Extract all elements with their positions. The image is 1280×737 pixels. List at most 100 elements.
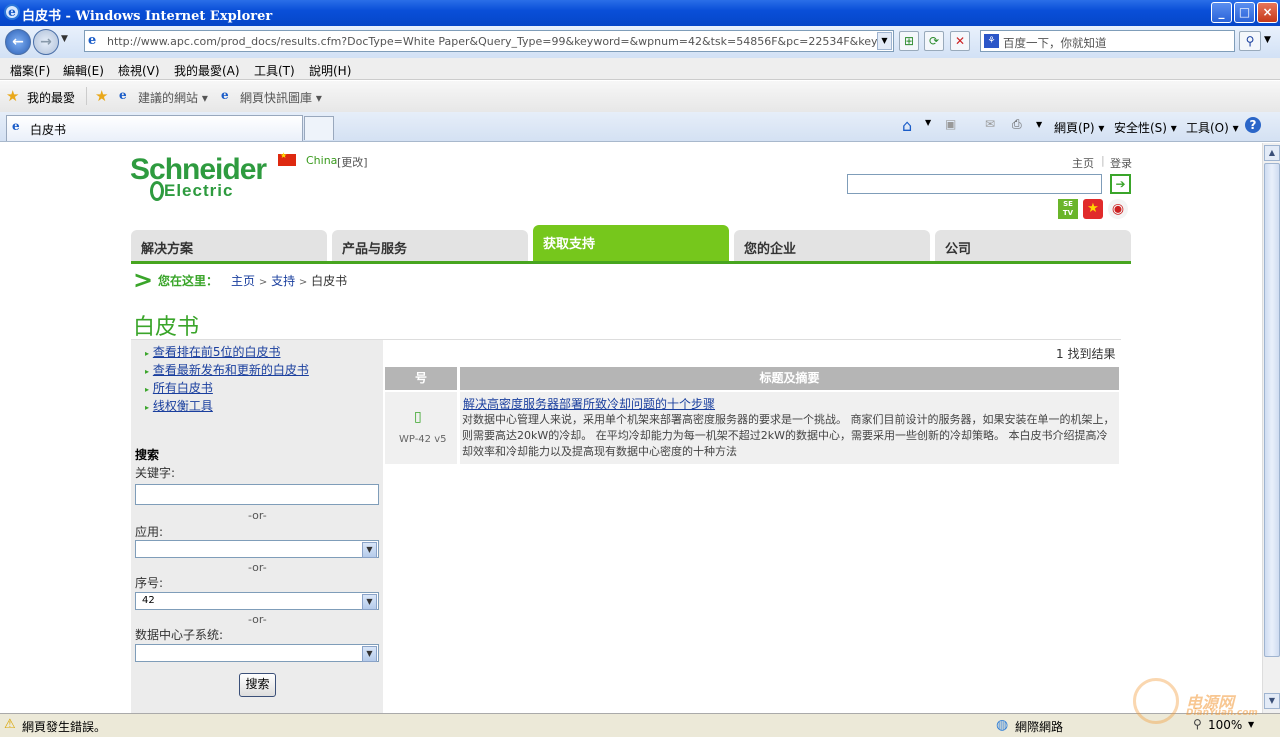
watermark-logo-icon — [1133, 678, 1179, 724]
side-link-top5[interactable]: 查看排在前5位的白皮书 — [153, 345, 281, 359]
zone-text: 網際網路 — [1015, 720, 1064, 734]
tab-label: 白皮书 — [30, 123, 67, 137]
compat-view-icon[interactable]: ⊞ — [899, 31, 919, 51]
side-link-tool[interactable]: 线权衡工具 — [153, 399, 213, 413]
favorites-link-suggested[interactable]: 建議的網站 ▾ — [138, 89, 208, 106]
nav-products[interactable]: 产品与服务 — [332, 230, 528, 261]
zoom-level[interactable]: 100% — [1208, 718, 1242, 732]
warning-icon[interactable]: ⚠ — [4, 717, 16, 732]
site-search-go-icon[interactable]: ➔ — [1110, 174, 1131, 194]
back-button[interactable]: ← — [5, 29, 31, 55]
divider — [86, 87, 87, 105]
menu-edit[interactable]: 編輯(E) — [63, 62, 104, 79]
number-select[interactable]: 42 ▼ — [135, 592, 379, 610]
number-value: 42 — [142, 595, 155, 606]
bullet-icon: ▸ — [145, 385, 150, 394]
page-scrollbar[interactable]: ▲ ▼ — [1262, 143, 1280, 713]
favorites-link-webslice[interactable]: 網頁快訊圖庫 ▾ — [240, 89, 322, 106]
subsystem-select[interactable]: ▼ — [135, 644, 379, 662]
mail-icon[interactable]: ✉ — [985, 117, 995, 131]
scroll-up-icon[interactable]: ▲ — [1264, 145, 1280, 161]
scroll-down-icon[interactable]: ▼ — [1264, 693, 1280, 709]
refresh-icon[interactable]: ⟳ — [924, 31, 944, 51]
help-icon[interactable]: ? — [1245, 117, 1261, 133]
nav-support[interactable]: 获取支持 — [533, 225, 729, 261]
electric-logo: Electric — [164, 181, 234, 200]
number-label: 序号: — [135, 576, 164, 590]
header-separator: | — [1101, 154, 1105, 167]
nav-business[interactable]: 您的企业 — [734, 230, 930, 261]
result-count: 1 找到结果 — [1056, 347, 1116, 361]
login-link[interactable]: 登录 — [1110, 155, 1132, 171]
print-dropdown-icon[interactable]: ▼ — [1036, 120, 1042, 129]
menu-tools[interactable]: 工具(T) — [254, 62, 295, 79]
result-title-link[interactable]: 解决高密度服务器部署所致冷却问题的十个步骤 — [463, 395, 715, 412]
result-code: WP-42 v5 — [399, 434, 447, 445]
home-dropdown-icon[interactable]: ▼ — [925, 118, 931, 127]
bullet-icon: ▸ — [145, 367, 150, 376]
search-button[interactable]: 搜索 — [239, 673, 276, 697]
safety-menu[interactable]: 安全性(S) ▾ — [1114, 119, 1177, 136]
keyword-input[interactable] — [135, 484, 379, 505]
minimize-button[interactable]: _ — [1211, 2, 1232, 23]
favorites-star-icon[interactable]: ★ — [6, 87, 19, 105]
search-icon[interactable]: ⚲ — [1239, 31, 1261, 51]
nav-company[interactable]: 公司 — [935, 230, 1131, 261]
favorite-star-icon[interactable]: ★ — [1083, 199, 1103, 219]
breadcrumb-support[interactable]: 支持 — [271, 274, 295, 288]
scroll-thumb[interactable] — [1264, 163, 1280, 657]
status-text[interactable]: 網頁發生錯誤。 — [22, 718, 106, 735]
menu-file[interactable]: 檔案(F) — [10, 62, 50, 79]
maximize-button[interactable]: □ — [1234, 2, 1255, 23]
forward-button[interactable]: → — [33, 29, 59, 55]
print-icon[interactable]: ⎙ — [1012, 117, 1022, 132]
breadcrumb-label: 您在这里： — [158, 274, 219, 288]
menu-view[interactable]: 檢視(V) — [118, 62, 160, 79]
search-box[interactable]: ⚘ 百度一下，你就知道 — [980, 30, 1235, 52]
stop-icon[interactable]: ✕ — [950, 31, 970, 51]
address-bar[interactable]: e http://www.apc.com/prod_docs/results.c… — [84, 30, 894, 52]
address-row: ← → ▼ e http://www.apc.com/prod_docs/res… — [0, 26, 1280, 58]
region-change-link[interactable]: [更改] — [337, 154, 368, 170]
new-tab-button[interactable] — [304, 116, 334, 140]
baidu-icon: ⚘ — [984, 34, 999, 48]
search-options-icon[interactable]: ▼ — [1264, 35, 1271, 45]
window-title: 白皮书 - Windows Internet Explorer — [22, 9, 273, 24]
site-search-input[interactable] — [847, 174, 1102, 194]
weibo-icon[interactable]: ◉ — [1108, 199, 1128, 219]
tab-active[interactable]: e 白皮书 — [6, 115, 303, 141]
search-heading: 搜索 — [135, 448, 160, 462]
page-menu[interactable]: 網頁(P) ▾ — [1054, 119, 1104, 136]
book-icon: ▯ — [414, 409, 422, 425]
side-links: ▸ 查看排在前5位的白皮书 ▸ 查看最新发布和更新的白皮书 ▸ 所有白皮书 ▸ … — [145, 344, 309, 416]
home-icon[interactable]: ⌂ — [902, 116, 912, 135]
home-link[interactable]: 主页 — [1072, 155, 1094, 171]
page-title: 白皮书 — [133, 315, 200, 340]
menu-help[interactable]: 說明(H) — [309, 62, 351, 79]
breadcrumb: 主页 > 支持 > 白皮书 — [231, 272, 347, 289]
setv-icon[interactable]: SE TV — [1058, 199, 1078, 219]
breadcrumb-home[interactable]: 主页 — [231, 274, 255, 288]
zoom-dropdown-icon[interactable]: ▼ — [1248, 720, 1254, 729]
nav-underline — [131, 261, 1131, 264]
tools-menu[interactable]: 工具(O) ▾ — [1186, 119, 1239, 136]
bullet-icon: ▸ — [145, 403, 150, 412]
side-link-latest[interactable]: 查看最新发布和更新的白皮书 — [153, 363, 309, 377]
close-button[interactable]: × — [1257, 2, 1278, 23]
address-dropdown-icon[interactable]: ▼ — [877, 32, 892, 50]
add-favorite-icon[interactable]: ★ — [95, 87, 108, 105]
breadcrumb-separator: > — [298, 277, 308, 288]
breadcrumb-arrow-icon: > — [133, 266, 154, 294]
side-link-all[interactable]: 所有白皮书 — [153, 381, 213, 395]
breadcrumb-current: 白皮书 — [311, 274, 348, 288]
history-dropdown-icon[interactable]: ▼ — [61, 34, 68, 44]
zoom-icon[interactable]: ⚲ — [1193, 717, 1202, 731]
result-code-cell: ▯ WP-42 v5 — [385, 392, 457, 464]
application-select[interactable]: ▼ — [135, 540, 379, 558]
nav-solutions[interactable]: 解决方案 — [131, 230, 327, 261]
menu-favorites[interactable]: 我的最愛(A) — [174, 62, 240, 79]
favorites-label[interactable]: 我的最愛 — [27, 89, 75, 106]
feeds-icon[interactable]: ▣ — [945, 117, 956, 131]
table-row: 解决高密度服务器部署所致冷却问题的十个步骤 对数据中心管理人来说，采用单个机架来… — [460, 392, 1119, 464]
url-text: http://www.apc.com/prod_docs/results.cfm… — [107, 35, 877, 48]
